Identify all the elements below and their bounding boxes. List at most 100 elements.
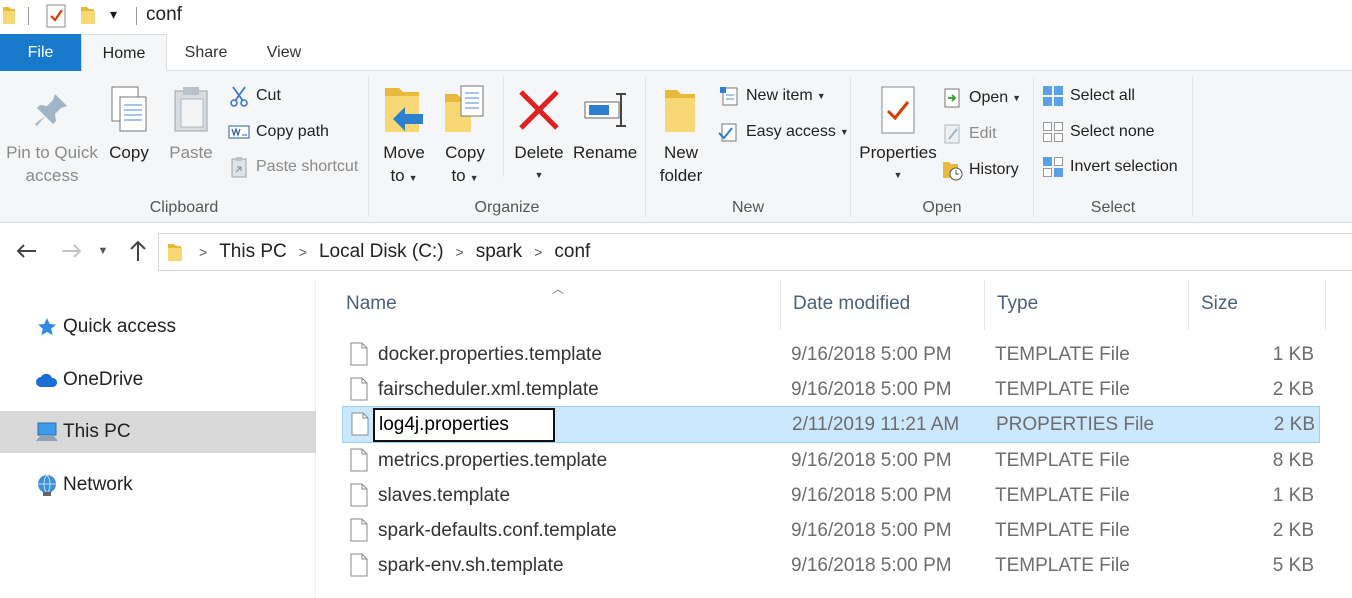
file-size: 8 KB: [1272, 450, 1314, 471]
breadcrumb-local-disk[interactable]: Local Disk (C:): [319, 241, 444, 263]
move-label-line1: Move: [383, 143, 425, 162]
file-row[interactable]: metrics.properties.template 9/16/2018 5:…: [342, 443, 1320, 478]
properties-icon[interactable]: [46, 4, 66, 33]
nav-item-quick-access[interactable]: Quick access: [0, 306, 316, 348]
back-arrow-icon: [16, 244, 36, 258]
file-icon: [350, 553, 368, 577]
chevron-down-icon: ▼: [97, 245, 109, 257]
move-to-button[interactable]: Move to ▼: [379, 79, 429, 190]
rename-button[interactable]: Rename: [573, 79, 637, 164]
tab-share[interactable]: Share: [167, 34, 245, 71]
copy-path-button[interactable]: Copy path: [228, 119, 329, 145]
copy-icon: [104, 79, 154, 141]
file-date: 2/11/2019 11:21 AM: [792, 414, 960, 435]
up-button[interactable]: [124, 237, 152, 265]
select-none-button[interactable]: Select none: [1042, 119, 1155, 145]
file-type: TEMPLATE File: [995, 485, 1130, 506]
customize-toolbar-icon[interactable]: ▾: [110, 6, 117, 23]
cut-label: Cut: [256, 87, 281, 104]
select-all-icon: [1042, 85, 1064, 107]
select-all-button[interactable]: Select all: [1042, 83, 1135, 109]
select-all-label: Select all: [1070, 87, 1135, 104]
edit-button[interactable]: Edit: [941, 121, 997, 147]
file-name: spark-defaults.conf.template: [378, 520, 617, 541]
new-folder-button[interactable]: New folder: [654, 79, 708, 187]
breadcrumb-this-pc[interactable]: This PC: [219, 241, 287, 263]
copy-button[interactable]: Copy: [104, 79, 154, 164]
move-label-line2: to ▼: [379, 164, 429, 190]
nav-item-onedrive[interactable]: OneDrive: [0, 359, 316, 401]
address-bar[interactable]: > This PC > Local Disk (C:) > spark > co…: [158, 233, 1352, 271]
properties-button[interactable]: Properties ▼: [857, 79, 939, 187]
tab-file[interactable]: File: [0, 34, 81, 71]
paste-button[interactable]: Paste: [166, 79, 216, 164]
file-row-selected[interactable]: 2/11/2019 11:21 AM PROPERTIES File 2 KB: [342, 406, 1320, 443]
file-type: PROPERTIES File: [996, 414, 1155, 435]
recent-locations-button[interactable]: ▼: [93, 237, 113, 265]
invert-selection-button[interactable]: Invert selection: [1042, 154, 1178, 180]
file-row[interactable]: spark-env.sh.template 9/16/2018 5:00 PM …: [342, 548, 1320, 583]
title-bar: ▾ conf: [0, 0, 1352, 33]
delete-button[interactable]: Delete ▼: [513, 79, 565, 187]
open-button[interactable]: Open ▼: [941, 85, 1021, 111]
back-button[interactable]: [12, 237, 40, 265]
copy-to-label-to: to: [451, 166, 466, 185]
tab-home[interactable]: Home: [81, 34, 167, 72]
chevron-down-icon: ▼: [816, 91, 826, 101]
window-title: conf: [146, 4, 182, 25]
chevron-down-icon: ▼: [893, 170, 903, 180]
nav-item-this-pc[interactable]: This PC: [0, 411, 316, 453]
breadcrumb-separator-icon: >: [298, 244, 307, 260]
file-row[interactable]: spark-defaults.conf.template 9/16/2018 5…: [342, 513, 1320, 548]
paste-shortcut-button[interactable]: Paste shortcut: [228, 154, 358, 180]
cut-button[interactable]: Cut: [228, 83, 281, 109]
column-header-date[interactable]: Date modified: [781, 280, 985, 330]
forward-button[interactable]: [58, 237, 86, 265]
copy-to-button[interactable]: Copy to ▼: [439, 79, 491, 190]
scissors-icon: [228, 85, 250, 107]
file-row[interactable]: slaves.template 9/16/2018 5:00 PM TEMPLA…: [342, 478, 1320, 513]
easy-access-button[interactable]: Easy access ▼: [718, 119, 849, 145]
new-item-button[interactable]: New item ▼: [718, 83, 826, 109]
file-row[interactable]: docker.properties.template 9/16/2018 5:0…: [342, 337, 1320, 372]
rename-input[interactable]: [373, 408, 555, 442]
paste-label: Paste: [169, 143, 213, 162]
breadcrumb-conf[interactable]: conf: [554, 241, 590, 263]
copy-path-label: Copy path: [256, 123, 329, 140]
select-none-icon: [1042, 121, 1064, 143]
file-date: 9/16/2018 5:00 PM: [791, 520, 952, 541]
file-icon: [351, 412, 369, 436]
column-header-size[interactable]: Size: [1189, 280, 1326, 330]
folder-icon: [167, 241, 183, 263]
file-date: 9/16/2018 5:00 PM: [791, 450, 952, 471]
history-label: History: [969, 161, 1019, 178]
new-folder-label-line1: New: [663, 143, 698, 162]
file-name: docker.properties.template: [378, 344, 602, 365]
clipboard-group: Pin to Quick access Copy Paste Cut Copy …: [0, 71, 368, 221]
select-group: Select all Select none Invert selection …: [1034, 71, 1192, 221]
file-icon: [350, 483, 368, 507]
pin-icon: [4, 79, 100, 141]
delete-label: Delete: [514, 143, 564, 162]
new-folder-label-line2: folder: [659, 166, 703, 185]
pin-to-quick-access-button[interactable]: Pin to Quick access: [4, 79, 100, 187]
properties-label: Properties: [859, 143, 937, 162]
nav-item-network[interactable]: Network: [0, 464, 316, 506]
column-header-name[interactable]: Name: [334, 280, 781, 330]
file-size: 1 KB: [1272, 344, 1314, 365]
file-type: TEMPLATE File: [995, 379, 1130, 400]
tab-view[interactable]: View: [245, 34, 323, 71]
history-button[interactable]: History: [941, 157, 1019, 183]
edit-label: Edit: [969, 125, 997, 142]
file-name: metrics.properties.template: [378, 450, 608, 471]
column-header-type[interactable]: Type: [985, 280, 1189, 330]
new-folder-icon[interactable]: [80, 4, 96, 31]
file-icon: [350, 342, 368, 366]
chevron-down-icon: ▼: [408, 173, 418, 183]
file-name: fairscheduler.xml.template: [378, 379, 599, 400]
open-group-label: Open: [922, 199, 962, 216]
breadcrumb-spark[interactable]: spark: [476, 241, 522, 263]
navigation-bar: ▼ > This PC > Local Disk (C:) > spark > …: [0, 229, 1352, 275]
file-row[interactable]: fairscheduler.xml.template 9/16/2018 5:0…: [342, 372, 1320, 407]
pin-label-line1: Pin to Quick: [6, 143, 98, 162]
